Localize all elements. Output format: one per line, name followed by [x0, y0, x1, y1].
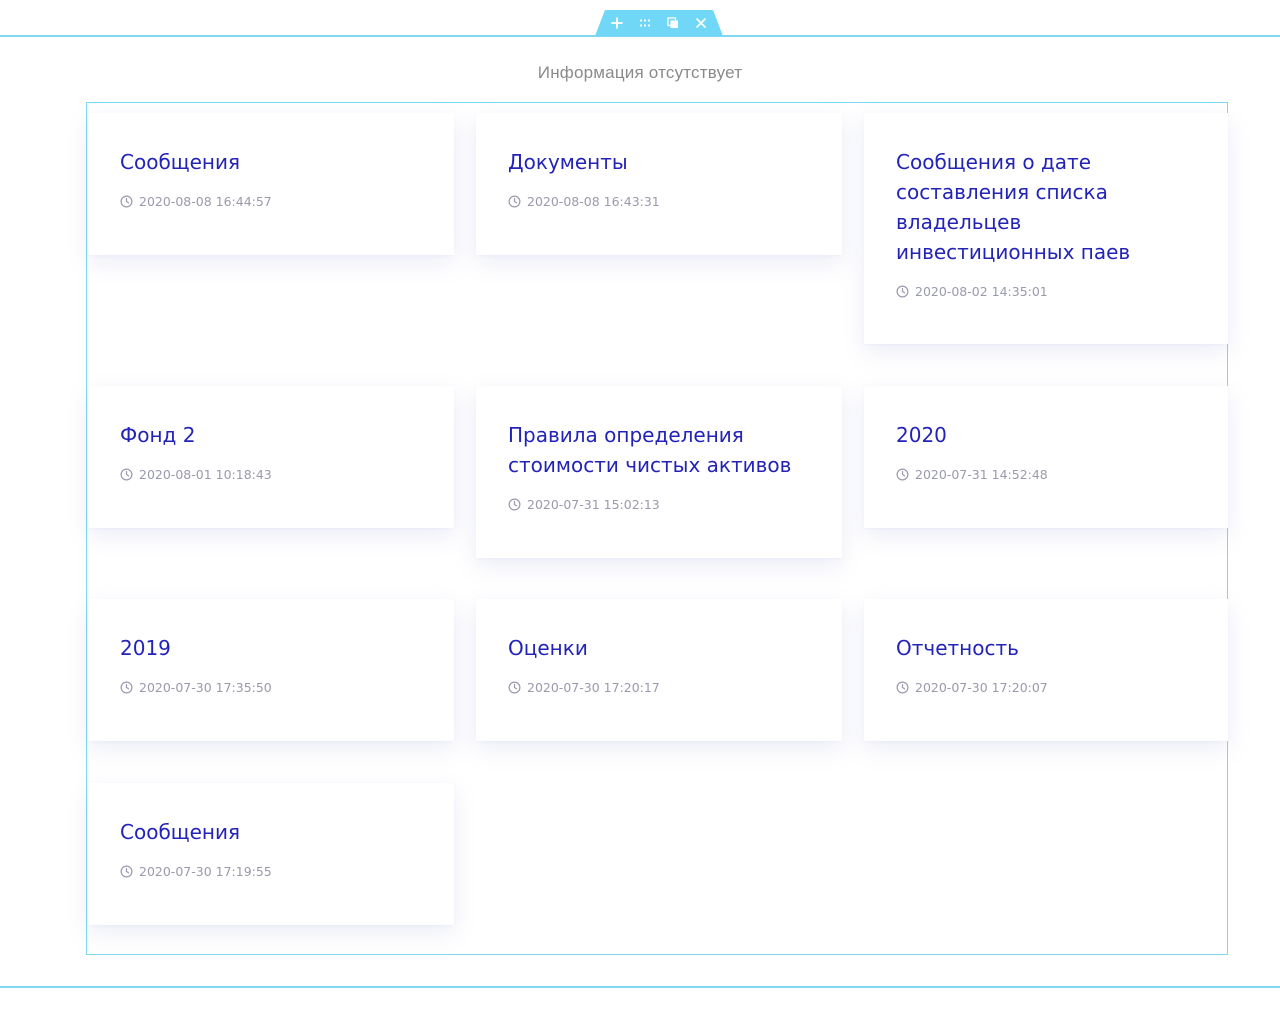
post-card-title[interactable]: Фонд 2	[120, 420, 422, 450]
clock-icon	[896, 468, 909, 481]
post-card-date: 2020-08-08 16:44:57	[120, 194, 422, 209]
post-card-date: 2020-08-01 10:18:43	[120, 467, 422, 482]
post-card[interactable]: Сообщения 2020-07-30 17:19:55	[88, 783, 454, 925]
post-card-date: 2020-07-31 14:52:48	[896, 467, 1196, 482]
post-card-date-text: 2020-07-31 14:52:48	[915, 467, 1048, 482]
page: Информация отсутствует Сообщения 2020-08…	[0, 0, 1280, 1010]
post-card[interactable]: Документы 2020-08-08 16:43:31	[476, 113, 842, 255]
grip-icon[interactable]	[638, 16, 652, 30]
post-card-date-text: 2020-07-30 17:35:50	[139, 680, 272, 695]
clock-icon	[120, 468, 133, 481]
post-card[interactable]: 2020 2020-07-31 14:52:48	[864, 386, 1228, 528]
post-card[interactable]: Правила определения стоимости чистых акт…	[476, 386, 842, 558]
section-handle[interactable]	[595, 10, 723, 36]
post-card-date: 2020-07-30 17:35:50	[120, 680, 422, 695]
clock-icon	[508, 195, 521, 208]
clock-icon	[508, 498, 521, 511]
clock-icon	[120, 681, 133, 694]
post-card-title[interactable]: Отчетность	[896, 633, 1196, 663]
post-card-date: 2020-07-30 17:20:17	[508, 680, 810, 695]
post-card-date-text: 2020-07-30 17:19:55	[139, 864, 272, 879]
post-card-title[interactable]: 2019	[120, 633, 422, 663]
post-card-title[interactable]: 2020	[896, 420, 1196, 450]
clock-icon	[508, 681, 521, 694]
post-card-title[interactable]: Сообщения	[120, 147, 422, 177]
post-card-title[interactable]: Оценки	[508, 633, 810, 663]
post-card-date: 2020-07-30 17:19:55	[120, 864, 422, 879]
post-card-date-text: 2020-07-30 17:20:07	[915, 680, 1048, 695]
section-outline-bottom	[0, 986, 1280, 988]
post-card[interactable]: Сообщения о дате составления списка влад…	[864, 113, 1228, 344]
post-card-date: 2020-07-31 15:02:13	[508, 497, 810, 512]
post-card-date-text: 2020-08-08 16:43:31	[527, 194, 660, 209]
post-card-date-text: 2020-08-08 16:44:57	[139, 194, 272, 209]
post-card-date: 2020-08-08 16:43:31	[508, 194, 810, 209]
clock-icon	[120, 195, 133, 208]
empty-message: Информация отсутствует	[537, 63, 743, 82]
post-card[interactable]: Отчетность 2020-07-30 17:20:07	[864, 599, 1228, 741]
post-card-title[interactable]: Сообщения	[120, 817, 422, 847]
post-card-title[interactable]: Сообщения о дате составления списка влад…	[896, 147, 1196, 267]
post-card-date-text: 2020-08-02 14:35:01	[915, 284, 1048, 299]
post-card[interactable]: 2019 2020-07-30 17:35:50	[88, 599, 454, 741]
post-card-date: 2020-07-30 17:20:07	[896, 680, 1196, 695]
post-card[interactable]: Оценки 2020-07-30 17:20:17	[476, 599, 842, 741]
clock-icon	[896, 681, 909, 694]
post-card-date-text: 2020-08-01 10:18:43	[139, 467, 272, 482]
post-card[interactable]: Фонд 2 2020-08-01 10:18:43	[88, 386, 454, 528]
duplicate-icon[interactable]	[666, 16, 680, 30]
post-card-title[interactable]: Документы	[508, 147, 810, 177]
post-card-date-text: 2020-07-30 17:20:17	[527, 680, 660, 695]
plus-icon[interactable]	[610, 16, 624, 30]
close-icon[interactable]	[694, 16, 708, 30]
post-card-date: 2020-08-02 14:35:01	[896, 284, 1196, 299]
clock-icon	[896, 285, 909, 298]
clock-icon	[120, 865, 133, 878]
post-card-title[interactable]: Правила определения стоимости чистых акт…	[508, 420, 810, 480]
post-card-date-text: 2020-07-31 15:02:13	[527, 497, 660, 512]
post-card[interactable]: Сообщения 2020-08-08 16:44:57	[88, 113, 454, 255]
